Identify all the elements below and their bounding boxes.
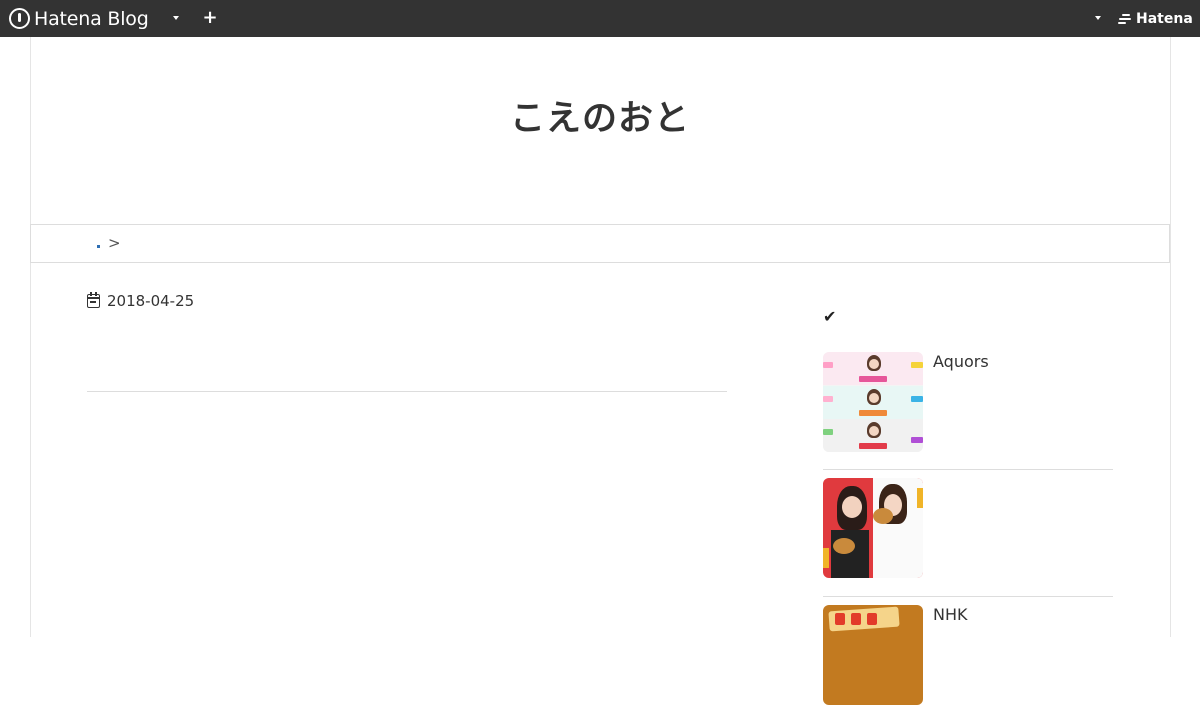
calendar-icon (87, 292, 100, 308)
hatena-blog-logo-text: Hatena Blog (34, 7, 149, 30)
hatena-logo-icon (1118, 14, 1132, 24)
breadcrumb-separator: > (108, 234, 121, 252)
sidebar-item-thumbnail[interactable] (823, 352, 923, 452)
hatena-logo-text: Hatena (1136, 11, 1193, 27)
sidebar-item-title[interactable]: Aquors (933, 352, 989, 372)
blog-title[interactable]: こえのおと (30, 90, 1170, 141)
entry-divider (87, 391, 727, 392)
blog-menu-chevron-down-icon[interactable] (173, 16, 179, 20)
sidebar-item-thumbnail[interactable] (823, 605, 923, 705)
entry-date[interactable]: 2018-04-25 (87, 292, 194, 310)
new-entry-plus-icon[interactable]: + (202, 7, 218, 29)
entry-date-text: 2018-04-25 (107, 292, 195, 310)
breadcrumb-home-link[interactable] (97, 245, 100, 248)
sidebar-divider (823, 469, 1113, 470)
hatena-blog-logo-icon (9, 8, 30, 29)
sidebar-item-thumbnail[interactable] (823, 478, 923, 578)
check-icon: ✔ (823, 307, 837, 326)
sidebar-divider (823, 596, 1113, 597)
global-header: Hatena Blog + Hatena (0, 0, 1200, 37)
sidebar-item[interactable] (823, 478, 1113, 578)
user-menu-chevron-down-icon[interactable] (1095, 16, 1101, 20)
sidebar-item[interactable]: NHK (823, 605, 1113, 705)
breadcrumb: > (30, 224, 1170, 263)
sidebar-item-title[interactable]: NHK (933, 605, 968, 625)
sidebar-item[interactable]: Aquors (823, 352, 1113, 452)
hatena-blog-logo[interactable]: Hatena Blog (9, 6, 149, 31)
hatena-logo[interactable]: Hatena (1118, 9, 1193, 29)
